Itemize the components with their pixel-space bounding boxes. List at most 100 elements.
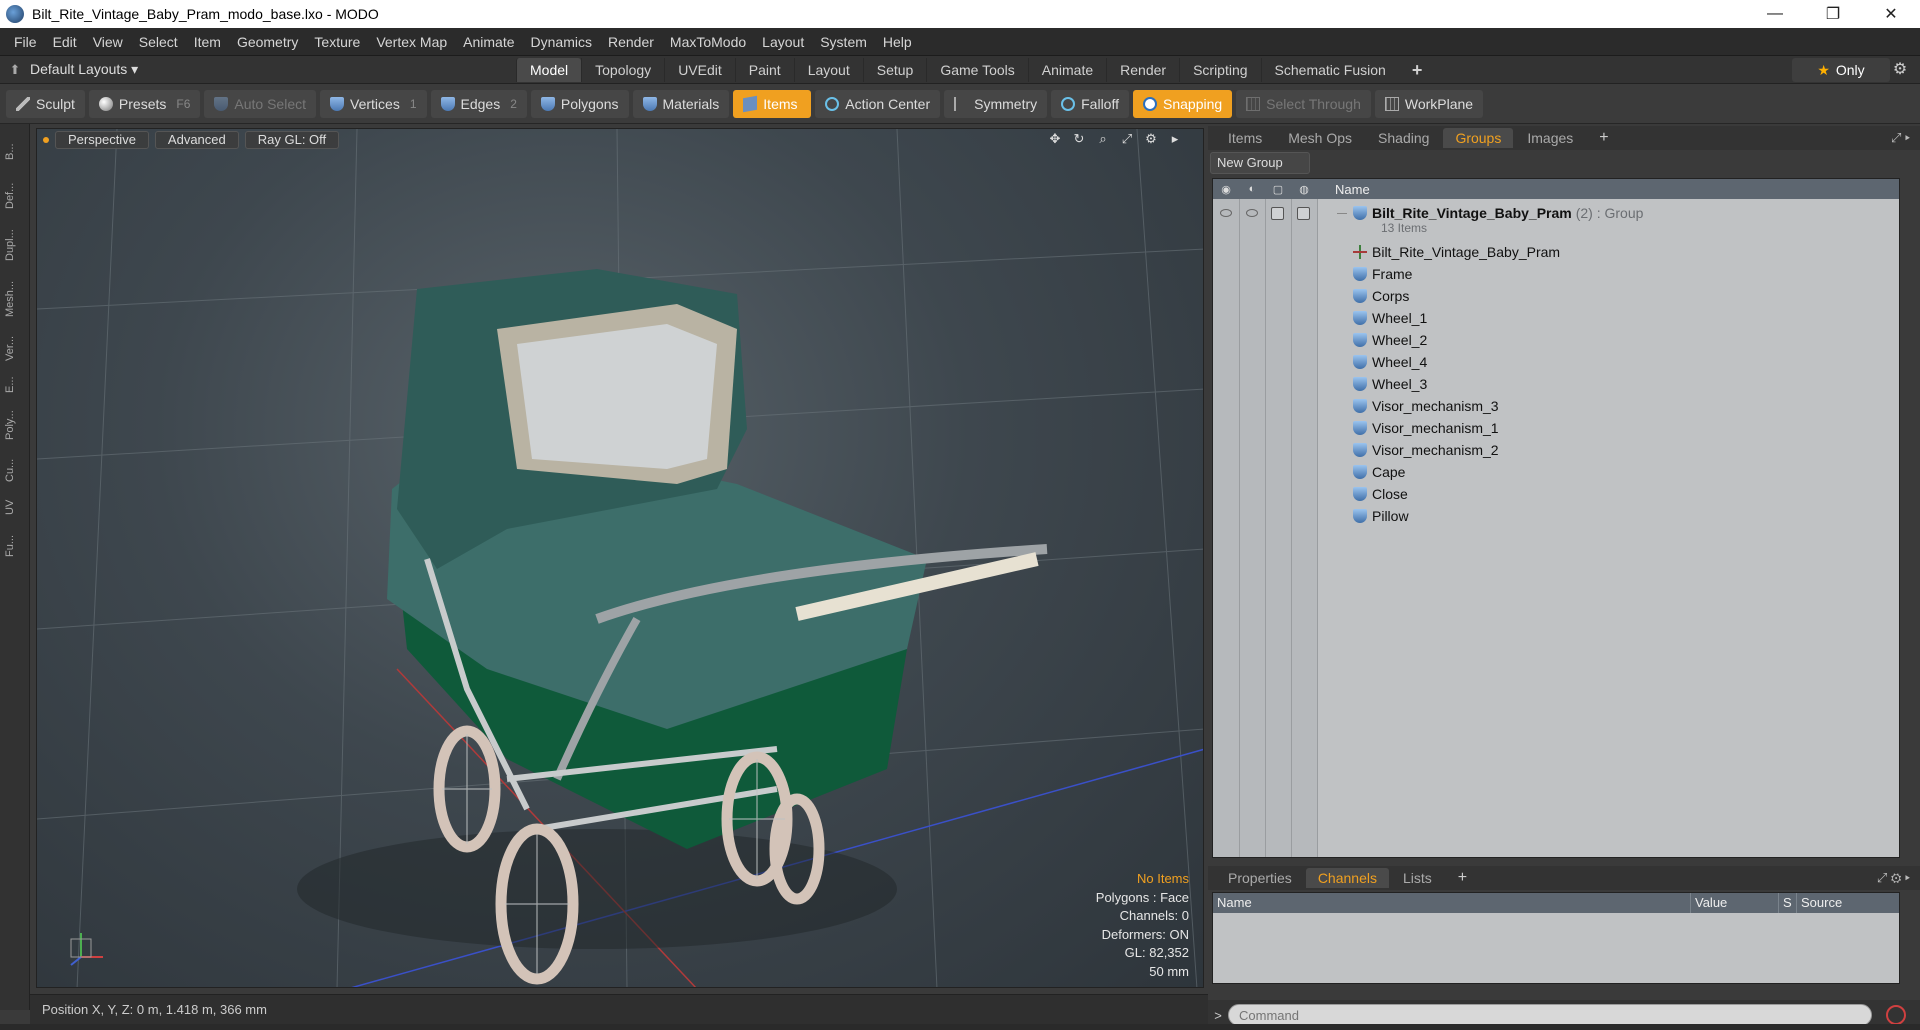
snapping-button[interactable]: Snapping bbox=[1133, 89, 1233, 118]
tab-lists[interactable]: Lists bbox=[1391, 868, 1444, 888]
edges-button[interactable]: Edges 2 bbox=[430, 89, 527, 118]
vtab-deform[interactable]: Def... bbox=[4, 174, 26, 218]
viewport-menu-icon[interactable] bbox=[43, 137, 49, 143]
presets-button[interactable]: Presets F6 bbox=[88, 89, 201, 118]
raygl-button[interactable]: Ray GL: Off bbox=[244, 131, 340, 149]
vtab-edge[interactable]: E... bbox=[4, 372, 26, 398]
tab-schematic-fusion[interactable]: Schematic Fusion bbox=[1260, 58, 1399, 82]
channels-source-header[interactable]: Source bbox=[1797, 893, 1897, 913]
sculpt-button[interactable]: Sculpt bbox=[6, 89, 85, 118]
render-column-icon[interactable]: ◐ bbox=[1239, 183, 1265, 195]
menu-layout[interactable]: Layout bbox=[754, 34, 812, 50]
bottom-panel-expand-icon[interactable]: ⤢ ⚙ ▸ bbox=[1877, 870, 1910, 886]
vtab-fusion[interactable]: Fu... bbox=[4, 526, 26, 566]
list-item[interactable]: Wheel_3 bbox=[1213, 373, 1899, 395]
list-item[interactable]: Bilt_Rite_Vintage_Baby_Pram bbox=[1213, 241, 1899, 263]
list-item[interactable]: Frame bbox=[1213, 263, 1899, 285]
add-panel-tab-button[interactable]: + bbox=[1587, 128, 1620, 148]
menu-render[interactable]: Render bbox=[600, 34, 662, 50]
group-row-root[interactable]: Bilt_Rite_Vintage_Baby_Pram (2) : Group … bbox=[1213, 201, 1899, 239]
menu-animate[interactable]: Animate bbox=[455, 34, 522, 50]
menu-vertex-map[interactable]: Vertex Map bbox=[368, 34, 455, 50]
channels-s-header[interactable]: S bbox=[1779, 893, 1797, 913]
tab-channels[interactable]: Channels bbox=[1305, 868, 1389, 888]
perspective-button[interactable]: Perspective bbox=[55, 131, 149, 149]
tab-mesh-ops[interactable]: Mesh Ops bbox=[1276, 128, 1364, 148]
menu-view[interactable]: View bbox=[85, 34, 131, 50]
tab-model[interactable]: Model bbox=[516, 58, 582, 82]
tab-groups[interactable]: Groups bbox=[1443, 128, 1514, 148]
menu-help[interactable]: Help bbox=[875, 34, 920, 50]
visibility-column-icon[interactable]: ◉ bbox=[1213, 183, 1239, 196]
eye-icon[interactable] bbox=[1220, 209, 1232, 217]
list-item[interactable]: Visor_mechanism_2 bbox=[1213, 439, 1899, 461]
rotate-icon[interactable]: ↻ bbox=[1071, 131, 1087, 147]
menu-maxtomodo[interactable]: MaxToModo bbox=[662, 34, 754, 50]
command-input[interactable] bbox=[1228, 1004, 1872, 1026]
select-checkbox[interactable] bbox=[1297, 207, 1310, 220]
vtab-basic[interactable]: B... bbox=[4, 132, 26, 172]
close-button[interactable]: ✕ bbox=[1862, 0, 1920, 28]
list-item[interactable]: Pillow bbox=[1213, 505, 1899, 527]
channels-value-header[interactable]: Value bbox=[1691, 893, 1779, 913]
workplane-button[interactable]: WorkPlane bbox=[1374, 89, 1484, 118]
panel-expand-icon[interactable]: ⤢ ▸ bbox=[1891, 130, 1910, 146]
fit-icon[interactable]: ⤢ bbox=[1119, 131, 1135, 147]
menu-dynamics[interactable]: Dynamics bbox=[523, 34, 600, 50]
tab-animate[interactable]: Animate bbox=[1027, 58, 1106, 82]
menu-texture[interactable]: Texture bbox=[306, 34, 368, 50]
pan-icon[interactable]: ✥ bbox=[1047, 131, 1063, 147]
list-item[interactable]: Corps bbox=[1213, 285, 1899, 307]
list-item[interactable]: Visor_mechanism_3 bbox=[1213, 395, 1899, 417]
tab-uvedit[interactable]: UVEdit bbox=[664, 58, 735, 82]
select-column-icon[interactable]: ◍ bbox=[1291, 183, 1317, 196]
advanced-button[interactable]: Advanced bbox=[154, 131, 239, 149]
action-center-button[interactable]: Action Center bbox=[815, 89, 941, 118]
tab-topology[interactable]: Topology bbox=[581, 58, 664, 82]
vtab-mesh[interactable]: Mesh... bbox=[4, 274, 26, 324]
tab-scripting[interactable]: Scripting bbox=[1179, 58, 1260, 82]
default-layouts-dropdown[interactable]: Default Layouts ▾ bbox=[30, 61, 160, 78]
only-button[interactable]: ★ Only bbox=[1792, 58, 1890, 82]
select-through-button[interactable]: Select Through bbox=[1236, 89, 1371, 118]
list-item[interactable]: Cape bbox=[1213, 461, 1899, 483]
tab-layout[interactable]: Layout bbox=[793, 58, 863, 82]
menu-item[interactable]: Item bbox=[186, 34, 229, 50]
viewport-gear-icon[interactable]: ⚙ bbox=[1143, 131, 1159, 147]
command-history-icon[interactable]: > bbox=[1208, 1008, 1228, 1023]
add-bottom-tab-button[interactable]: + bbox=[1446, 868, 1479, 888]
list-item[interactable]: Wheel_2 bbox=[1213, 329, 1899, 351]
add-tab-button[interactable]: + bbox=[1399, 58, 1436, 82]
falloff-button[interactable]: Falloff bbox=[1051, 89, 1129, 118]
list-item[interactable]: Close bbox=[1213, 483, 1899, 505]
tab-shading[interactable]: Shading bbox=[1366, 128, 1441, 148]
tab-items[interactable]: Items bbox=[1216, 128, 1274, 148]
zoom-icon[interactable]: ⌕ bbox=[1095, 131, 1111, 147]
maximize-button[interactable]: ❐ bbox=[1804, 0, 1862, 28]
materials-button[interactable]: Materials bbox=[632, 89, 730, 118]
items-button[interactable]: Items bbox=[733, 89, 812, 118]
tab-game-tools[interactable]: Game Tools bbox=[926, 58, 1027, 82]
expand-icon[interactable]: ⬆ bbox=[0, 62, 30, 78]
lock-checkbox[interactable] bbox=[1271, 207, 1284, 220]
3d-viewport[interactable]: Perspective Advanced Ray GL: Off ✥ ↻ ⌕ ⤢… bbox=[36, 128, 1204, 988]
tree-collapse-icon[interactable] bbox=[1337, 212, 1347, 214]
vtab-uv[interactable]: UV bbox=[4, 492, 26, 522]
auto-select-button[interactable]: Auto Select bbox=[204, 89, 317, 118]
symmetry-button[interactable]: Symmetry bbox=[944, 89, 1048, 118]
render-toggle-icon[interactable] bbox=[1246, 209, 1258, 217]
vtab-polygon[interactable]: Poly... bbox=[4, 402, 26, 448]
tab-paint[interactable]: Paint bbox=[734, 58, 794, 82]
tab-render[interactable]: Render bbox=[1106, 58, 1179, 82]
channels-name-header[interactable]: Name bbox=[1213, 893, 1691, 913]
menu-geometry[interactable]: Geometry bbox=[229, 34, 306, 50]
vertices-button[interactable]: Vertices 1 bbox=[320, 89, 427, 118]
menu-select[interactable]: Select bbox=[131, 34, 186, 50]
list-item[interactable]: Visor_mechanism_1 bbox=[1213, 417, 1899, 439]
tab-setup[interactable]: Setup bbox=[862, 58, 927, 82]
vtab-duplicate[interactable]: Dupl... bbox=[4, 222, 26, 268]
menu-edit[interactable]: Edit bbox=[45, 34, 85, 50]
minimize-button[interactable]: — bbox=[1746, 0, 1804, 28]
tab-properties[interactable]: Properties bbox=[1216, 868, 1304, 888]
lock-column-icon[interactable]: ▢ bbox=[1265, 183, 1291, 196]
